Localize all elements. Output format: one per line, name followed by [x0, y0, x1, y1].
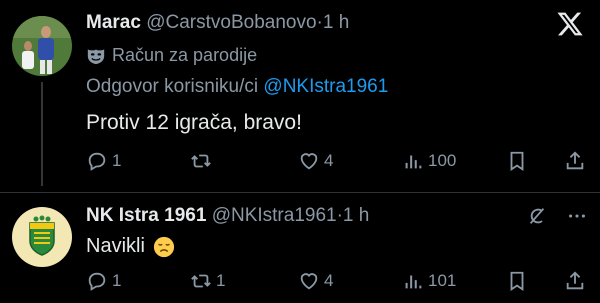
- tweet-top-actions: [526, 205, 588, 227]
- share-icon: [566, 271, 584, 290]
- share-button[interactable]: [564, 148, 586, 174]
- tweet-text-row: Navikli: [86, 235, 175, 258]
- tweet-actions: 1 1 4 101: [86, 268, 586, 294]
- reply-button[interactable]: 1: [86, 268, 121, 294]
- club-crest-avatar: [12, 207, 72, 267]
- retweet-button[interactable]: 1: [190, 268, 225, 294]
- retweet-count: 1: [216, 271, 226, 290]
- timestamp[interactable]: 1 h: [343, 205, 369, 226]
- tweet-header: NK Istra 1961 @NKIstra1961·1 h: [86, 205, 369, 227]
- like-count: 4: [324, 151, 334, 170]
- tweet-actions: 1 4 100: [86, 148, 586, 174]
- heart-icon: [300, 153, 318, 170]
- parody-label-text: Račun za parodije: [112, 45, 258, 65]
- retweet-icon: [191, 274, 211, 288]
- tweet-text: Protiv 12 igrača, bravo!: [86, 111, 302, 134]
- heart-icon: [300, 273, 318, 290]
- share-button[interactable]: [564, 268, 586, 294]
- avatar[interactable]: [12, 207, 72, 267]
- reply-icon: [88, 272, 106, 291]
- x-logo-icon[interactable]: [556, 10, 584, 38]
- display-name[interactable]: Marac: [86, 12, 141, 33]
- retweet-icon: [191, 154, 211, 168]
- avatar[interactable]: [12, 16, 72, 76]
- reply-count: 1: [112, 151, 122, 170]
- user-handle[interactable]: @NKIstra1961: [212, 205, 337, 226]
- bookmark-icon: [510, 271, 524, 291]
- bookmark-button[interactable]: [506, 268, 528, 294]
- more-options-icon[interactable]: [566, 205, 588, 227]
- bookmark-icon: [510, 151, 524, 171]
- like-count: 4: [324, 271, 334, 290]
- reply-button[interactable]: 1: [86, 148, 121, 174]
- grok-icon[interactable]: [526, 205, 548, 227]
- screenshot-frame: Marac @CarstvoBobanovo·1 h Račun za paro…: [0, 0, 600, 303]
- parody-mask-icon: [87, 48, 105, 64]
- reply-prefix: Odgovor korisniku/ci: [86, 76, 259, 97]
- timestamp[interactable]: 1 h: [323, 12, 349, 33]
- views-count: 100: [428, 151, 457, 170]
- display-name[interactable]: NK Istra 1961: [86, 205, 206, 226]
- like-button[interactable]: 4: [298, 268, 333, 294]
- tweet-text: Navikli: [86, 235, 145, 257]
- reply-count: 1: [112, 271, 122, 290]
- thread-connector-line: [41, 82, 43, 186]
- avatar-photo: [12, 16, 72, 76]
- views-count: 101: [428, 271, 457, 290]
- tweet-header: Marac @CarstvoBobanovo·1 h: [86, 12, 349, 34]
- reply-mention-link[interactable]: @NKIstra1961: [263, 76, 388, 97]
- like-button[interactable]: 4: [298, 148, 333, 174]
- views-button[interactable]: 101: [402, 268, 456, 294]
- user-handle[interactable]: @CarstvoBobanovo: [146, 12, 316, 33]
- reply-icon: [88, 152, 106, 171]
- retweet-button[interactable]: [190, 148, 216, 174]
- replying-to: Odgovor korisniku/ci @NKIstra1961: [86, 76, 388, 98]
- parody-account-label: Račun za parodije: [86, 45, 257, 66]
- share-icon: [566, 151, 584, 170]
- weary-face-emoji-icon: [153, 236, 174, 257]
- bookmark-button[interactable]: [506, 148, 528, 174]
- analytics-icon: [405, 275, 422, 289]
- tweet-divider: [0, 192, 600, 193]
- analytics-icon: [405, 155, 422, 169]
- views-button[interactable]: 100: [402, 148, 456, 174]
